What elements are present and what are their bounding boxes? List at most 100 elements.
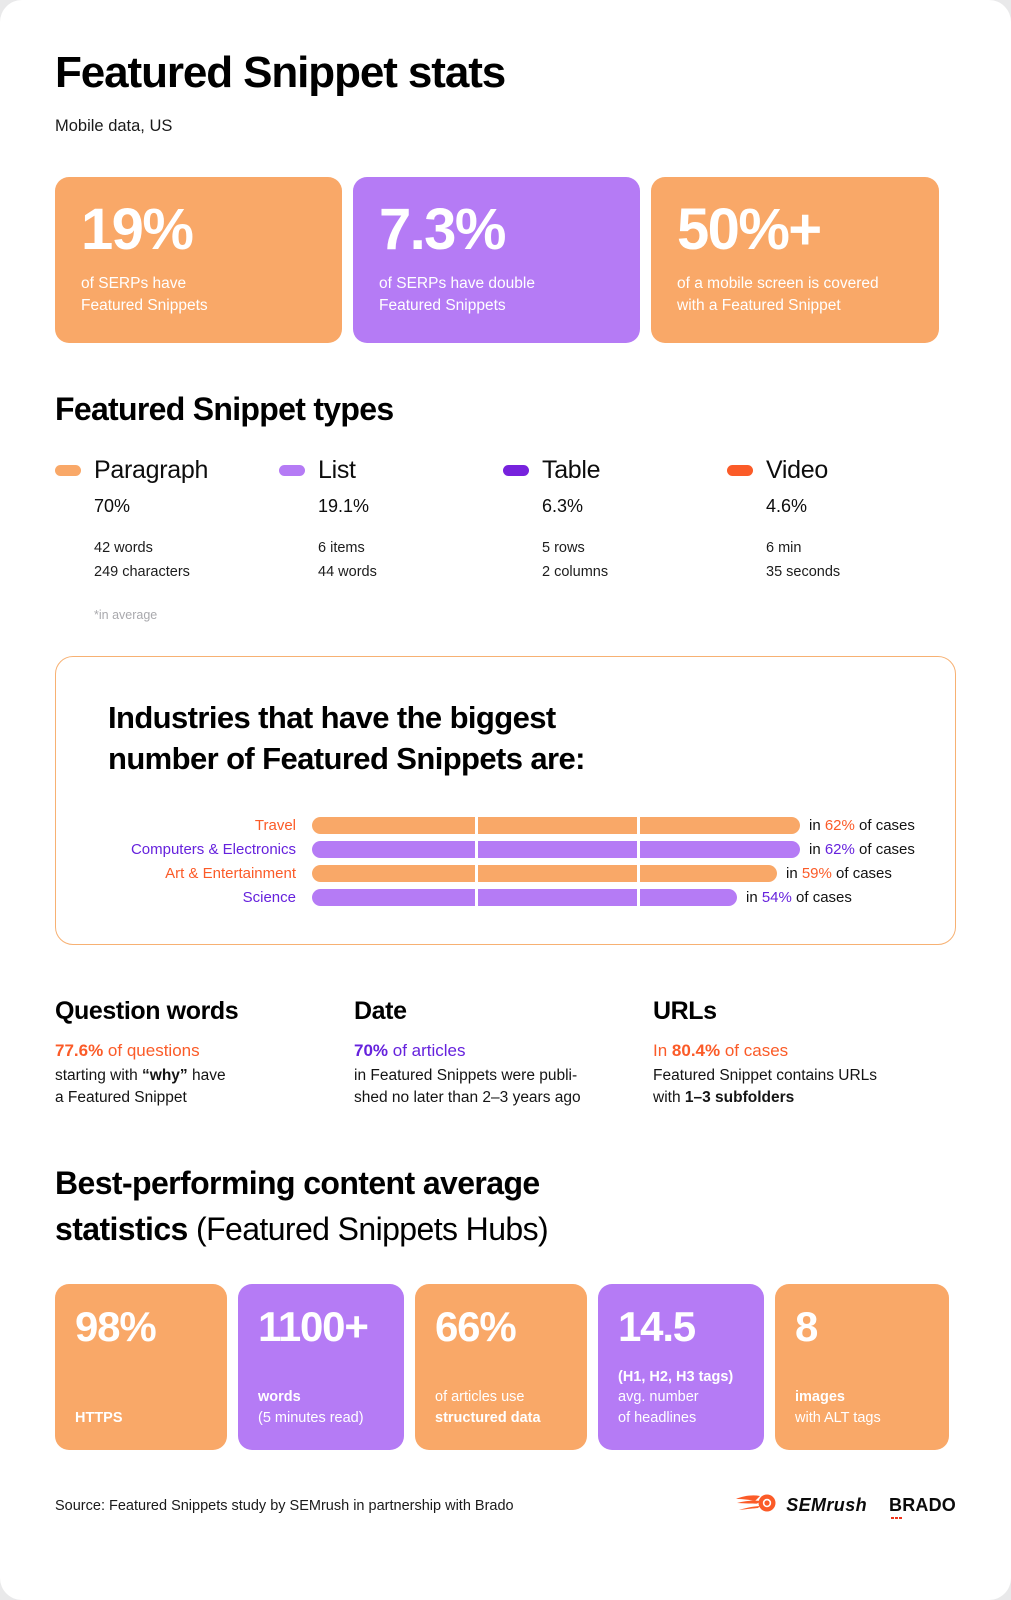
bar-value-percent: 62% (824, 817, 855, 835)
stat-column-body: starting with “why” have a Featured Snipp… (55, 1066, 226, 1107)
best-stat-value: 98% (75, 1303, 157, 1351)
bar-row: Travel in 62% of cases (84, 814, 927, 838)
stat-column-value: 80.4% (671, 1040, 721, 1060)
snippet-types-grid: Paragraph 70% 42 words 249 characters *in av… (55, 456, 956, 622)
infographic-page: Featured Snippet stats Mobile data, US 1… (0, 0, 1011, 1600)
snippet-type-percent: 70% (94, 496, 131, 517)
bar-value-percent: 59% (801, 865, 832, 883)
stat-card: 50%+ of a mobile screen is covered with a … (651, 177, 939, 344)
snippet-type-column: Table 6.3% 5 rows 2 columns (503, 456, 727, 622)
best-stat-value: 66% (435, 1303, 517, 1351)
best-stat-caption: words (5 minutes read) (258, 1389, 364, 1426)
brado-dots-icon (891, 1516, 902, 1520)
snippet-type-name: Table (542, 456, 601, 485)
stat-card-caption: of SERPs have double Featured Snippets (379, 275, 535, 315)
top-stat-cards: 19% of SERPs have Featured Snippets 7.3% of … (55, 177, 956, 344)
snippet-type-details: 5 rows 2 columns (542, 540, 609, 580)
stats-three-columns: Question words 77.6% of questions starting… (55, 997, 956, 1110)
best-stat-card: 1100+ words (5 minutes read) (238, 1284, 404, 1451)
bar-track (312, 865, 777, 883)
bar-value-percent: 62% (824, 841, 855, 859)
stat-column-body: Featured Snippet contains URLs with 1–3 s… (653, 1066, 878, 1107)
industries-bar-chart: Travel in 62% of cases Computers & Electro… (84, 814, 927, 910)
stat-column-heading: URLs (653, 996, 717, 1025)
section-title-types: Featured Snippet types (55, 391, 394, 428)
best-stat-card: 98% HTTPS (55, 1284, 227, 1451)
stat-column-lead: In 80.4% of cases (653, 1040, 789, 1060)
snippet-type-name: Paragraph (94, 456, 209, 485)
stat-column-heading: Date (354, 996, 407, 1025)
brado-logo: BRADO (889, 1495, 956, 1520)
stat-card-value: 19% (81, 197, 194, 263)
best-stat-card: 8 images with ALT tags (775, 1284, 949, 1451)
brado-wordmark: BRADO (889, 1495, 956, 1516)
stat-card: 7.3% of SERPs have double Featured Snippet… (353, 177, 640, 344)
footer: Source: Featured Snippets study by SEMru… (55, 1494, 956, 1520)
stat-column-lead: 77.6% of questions (55, 1040, 200, 1060)
stat-card-value: 7.3% (379, 197, 506, 263)
stat-card: 19% of SERPs have Featured Snippets (55, 177, 342, 344)
bar-category-label: Science (242, 889, 296, 907)
snippet-type-percent: 4.6% (766, 496, 808, 517)
best-stat-caption: images with ALT tags (795, 1389, 881, 1426)
stat-column-lead: 70% of articles (354, 1040, 466, 1060)
stat-card-value: 50%+ (677, 197, 822, 263)
footer-logos: SEMrush BRADO (734, 1494, 956, 1520)
legend-swatch-icon (55, 465, 81, 477)
bar-fill (312, 817, 800, 835)
bar-value-label: in 59% of cases (786, 865, 892, 883)
snippet-type-details: 6 min 35 seconds (766, 540, 841, 580)
snippet-type-percent: 6.3% (542, 496, 584, 517)
stat-column: URLs In 80.4% of cases Featured Snippet co… (653, 997, 952, 1110)
snippet-type-header: Video (727, 456, 951, 485)
semrush-flame-icon (734, 1494, 778, 1517)
bar-fill (312, 865, 777, 883)
snippet-type-column: List 19.1% 6 items 44 words (279, 456, 503, 622)
source-note: Source: Featured Snippets study by SEMru… (55, 1497, 514, 1514)
stat-card-caption: of SERPs have Featured Snippets (81, 275, 208, 315)
best-stat-card: 66% of articles use structured data (415, 1284, 587, 1451)
page-title: Featured Snippet stats (55, 48, 506, 97)
in-average-footnote: *in average (94, 608, 158, 623)
bar-fill (312, 889, 737, 907)
best-title-regular: (Featured Snippets Hubs) (196, 1210, 549, 1247)
best-performing-title: Best-performing content average statistic… (55, 1160, 956, 1253)
best-stat-caption: HTTPS (75, 1409, 123, 1426)
bar-row: Computers & Electronics in 62% of cases (84, 838, 927, 862)
bar-category-label: Computers & Electronics (130, 841, 296, 859)
best-stat-value: 1100+ (258, 1303, 369, 1351)
bar-value-label: in 62% of cases (809, 817, 915, 835)
bar-track (312, 889, 737, 907)
snippet-type-details: 6 items 44 words (318, 540, 377, 580)
bar-fill (312, 841, 800, 859)
snippet-type-column: Paragraph 70% 42 words 249 characters *in av… (55, 456, 279, 622)
stat-column: Date 70% of articles in Featured Snippets … (354, 997, 653, 1110)
snippet-type-header: List (279, 456, 503, 485)
snippet-type-column: Video 4.6% 6 min 35 seconds (727, 456, 951, 622)
snippet-type-name: Video (766, 456, 828, 485)
bar-category-label: Travel (254, 817, 296, 835)
best-stat-caption: (H1, H2, H3 tags) avg. number of headlines (618, 1368, 734, 1426)
bar-category-label: Art & Entertainment (165, 865, 296, 883)
stat-column-heading: Question words (55, 996, 239, 1025)
snippet-type-details: 42 words 249 characters (94, 540, 190, 580)
legend-swatch-icon (727, 465, 753, 477)
semrush-logo: SEMrush (734, 1494, 867, 1517)
stat-column-value: 77.6% (55, 1040, 104, 1060)
snippet-type-percent: 19.1% (318, 496, 370, 517)
bar-value-percent: 54% (761, 889, 792, 907)
stat-column: Question words 77.6% of questions starting… (55, 997, 354, 1110)
stat-column-body: in Featured Snippets were publi-shed no … (354, 1066, 581, 1107)
industries-card: Industries that have the biggest number o… (55, 656, 956, 945)
bar-value-label: in 62% of cases (809, 841, 915, 859)
industries-title: Industries that have the biggest number o… (108, 700, 585, 777)
snippet-type-name: List (318, 456, 356, 485)
best-performing-cards: 98% HTTPS 1100+ words (5 minutes read) 66% of … (55, 1284, 956, 1451)
legend-swatch-icon (503, 465, 529, 477)
snippet-type-header: Table (503, 456, 727, 485)
best-stat-card: 14.5 (H1, H2, H3 tags) avg. number of headl… (598, 1284, 764, 1451)
snippet-type-header: Paragraph (55, 456, 279, 485)
best-stat-value: 8 (795, 1303, 818, 1351)
legend-swatch-icon (279, 465, 305, 477)
bar-value-label: in 54% of cases (746, 889, 852, 907)
